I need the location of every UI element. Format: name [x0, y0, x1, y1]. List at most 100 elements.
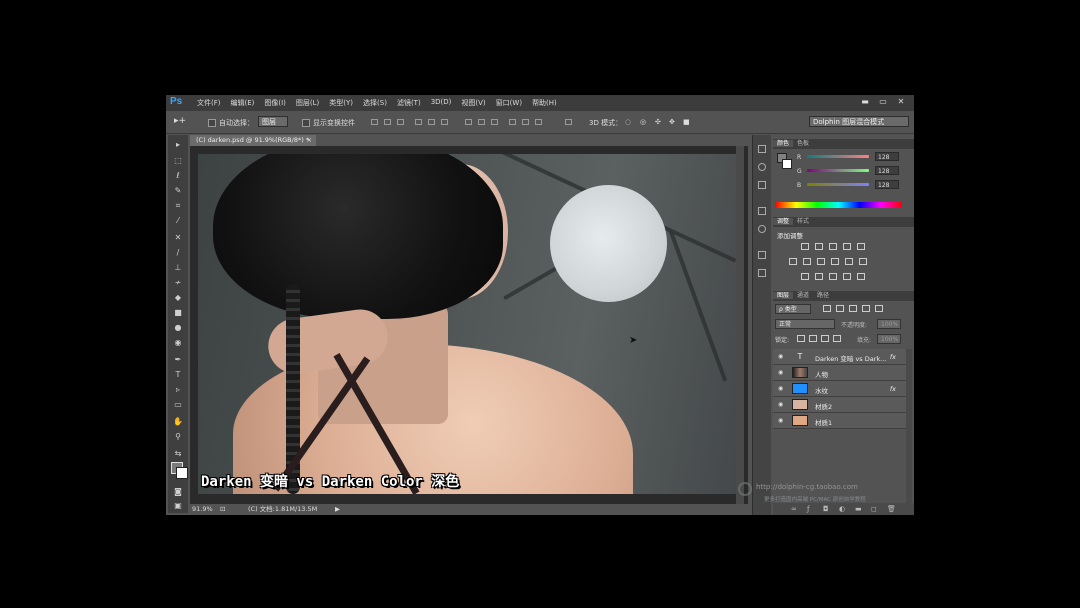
restore-button[interactable]: ▭	[876, 97, 890, 107]
channel-g-value[interactable]: 128	[875, 166, 899, 175]
menu-window[interactable]: 窗口(W)	[491, 98, 527, 108]
brush-tool-icon[interactable]: /	[173, 248, 183, 258]
eyedropper-tool-icon[interactable]: ⁄	[173, 216, 183, 226]
distribute-right-icon[interactable]	[535, 119, 542, 125]
properties-panel-icon[interactable]	[758, 163, 766, 171]
pen-tool-icon[interactable]: ✒	[173, 355, 183, 365]
selective-color-adjust-icon[interactable]	[843, 273, 851, 280]
auto-align-icon[interactable]	[565, 119, 572, 125]
filter-shape-icon[interactable]	[862, 305, 870, 312]
zoom-tool-icon[interactable]: ⚲	[173, 432, 183, 442]
brush-panel-icon[interactable]	[758, 251, 766, 259]
layer-row-text[interactable]: ◉ T Darken 变暗 vs Dark... fx	[773, 349, 906, 365]
eye-icon[interactable]: ◉	[778, 417, 785, 424]
eye-icon[interactable]: ◉	[778, 369, 785, 376]
blend-mode-dropdown[interactable]: 正常	[775, 319, 835, 329]
filter-adjust-icon[interactable]	[836, 305, 844, 312]
add-style-icon[interactable]: ƒ	[807, 505, 809, 513]
document-tab-close-icon[interactable]: ×	[307, 135, 312, 146]
history-panel-icon[interactable]	[758, 145, 766, 153]
auto-select-dropdown[interactable]: 图层	[258, 116, 288, 127]
align-left-icon[interactable]	[415, 119, 422, 125]
blur-tool-icon[interactable]: ●	[173, 323, 183, 333]
eye-icon[interactable]: ◉	[778, 385, 785, 392]
status-menu-arrow-icon[interactable]: ▶	[335, 504, 340, 515]
3d-rotate-icon[interactable]: ◌	[625, 118, 631, 126]
close-button[interactable]: ✕	[894, 97, 908, 107]
layer-row-texture2[interactable]: ◉ 材质2	[773, 397, 906, 413]
tab-adjustments[interactable]: 调整	[773, 218, 794, 225]
vibrance-adjust-icon[interactable]	[857, 243, 865, 250]
tab-layers[interactable]: 图层	[773, 292, 794, 299]
character-panel-icon[interactable]	[758, 207, 766, 215]
align-top-icon[interactable]	[371, 119, 378, 125]
path-select-tool-icon[interactable]: ▹	[173, 385, 183, 395]
auto-select-checkbox[interactable]	[208, 119, 216, 127]
exposure-adjust-icon[interactable]	[843, 243, 851, 250]
3d-slide-icon[interactable]: ✥	[669, 118, 675, 126]
new-layer-icon[interactable]: ◻	[871, 505, 877, 513]
color-spectrum-bar[interactable]	[775, 202, 902, 208]
show-transform-option[interactable]: 显示变换控件	[302, 118, 355, 128]
filter-smart-icon[interactable]	[875, 305, 883, 312]
channel-mixer-adjust-icon[interactable]	[845, 258, 853, 265]
color-balance-adjust-icon[interactable]	[803, 258, 811, 265]
distribute-top-icon[interactable]	[465, 119, 472, 125]
minimize-button[interactable]: ▬	[858, 97, 872, 107]
brightness-adjust-icon[interactable]	[801, 243, 809, 250]
shape-tool-icon[interactable]: ▭	[173, 400, 183, 410]
history-brush-tool-icon[interactable]: ≁	[173, 278, 183, 288]
document-tab[interactable]: (C) darken.psd @ 91.9%(RGB/8*) * ×	[190, 135, 316, 146]
fx-icon[interactable]: fx	[890, 353, 896, 361]
info-panel-icon[interactable]	[758, 225, 766, 233]
align-right-icon[interactable]	[441, 119, 448, 125]
color-lookup-adjust-icon[interactable]	[859, 258, 867, 265]
distribute-hcenter-icon[interactable]	[522, 119, 529, 125]
dodge-tool-icon[interactable]: ◉	[173, 338, 183, 348]
invert-adjust-icon[interactable]	[801, 273, 809, 280]
menu-layer[interactable]: 图层(L)	[291, 98, 324, 108]
fx-icon[interactable]: fx	[890, 385, 896, 393]
auto-select-option[interactable]: 自动选择：	[208, 118, 254, 128]
background-swatch[interactable]	[782, 159, 792, 169]
menu-select[interactable]: 选择(S)	[358, 98, 392, 108]
new-adjustment-icon[interactable]: ◐	[839, 505, 845, 513]
quick-select-tool-icon[interactable]: ✎	[173, 186, 183, 196]
bw-adjust-icon[interactable]	[817, 258, 825, 265]
add-mask-icon[interactable]: ◘	[823, 505, 829, 513]
align-bottom-icon[interactable]	[397, 119, 404, 125]
tab-styles[interactable]: 样式	[793, 218, 813, 225]
3d-scale-icon[interactable]: ■	[683, 118, 690, 126]
3d-roll-icon[interactable]: ◎	[640, 118, 646, 126]
menu-type[interactable]: 类型(Y)	[324, 98, 358, 108]
threshold-adjust-icon[interactable]	[829, 273, 837, 280]
lock-position-icon[interactable]	[821, 335, 829, 342]
layer-row-person[interactable]: ◉ 人物	[773, 365, 906, 381]
healing-tool-icon[interactable]: ✕	[173, 233, 183, 243]
menu-file[interactable]: 文件(F)	[192, 98, 226, 108]
tab-paths[interactable]: 路径	[813, 292, 833, 299]
tab-swatches[interactable]: 色板	[793, 140, 813, 147]
channel-b-value[interactable]: 128	[875, 180, 899, 189]
menu-3d[interactable]: 3D(D)	[426, 98, 457, 108]
workspace-dropdown[interactable]: Dolphin 图层混合模式	[809, 116, 909, 127]
filter-type-icon[interactable]	[849, 305, 857, 312]
lock-brush-icon[interactable]	[809, 335, 817, 342]
opacity-field[interactable]: 100%	[877, 319, 901, 329]
layer-filter-dropdown[interactable]: ρ 类型	[775, 304, 811, 314]
screen-mode-icon[interactable]: ▣	[173, 501, 183, 511]
lasso-tool-icon[interactable]: ℓ	[173, 171, 183, 181]
actions-panel-icon[interactable]	[758, 181, 766, 189]
new-group-icon[interactable]: ▬	[855, 505, 862, 513]
menu-filter[interactable]: 滤镜(T)	[392, 98, 426, 108]
align-hcenter-icon[interactable]	[428, 119, 435, 125]
eraser-tool-icon[interactable]: ◆	[173, 293, 183, 303]
quick-mask-icon[interactable]: ◙	[173, 487, 183, 497]
lock-all-icon[interactable]	[833, 335, 841, 342]
levels-adjust-icon[interactable]	[815, 243, 823, 250]
gradient-tool-icon[interactable]: ■	[173, 308, 183, 318]
canvas-image[interactable]	[198, 154, 736, 494]
swap-colors-icon[interactable]: ⇆	[173, 449, 183, 459]
filter-pixel-icon[interactable]	[823, 305, 831, 312]
move-tool-preset-icon[interactable]: ▸+	[174, 116, 186, 126]
